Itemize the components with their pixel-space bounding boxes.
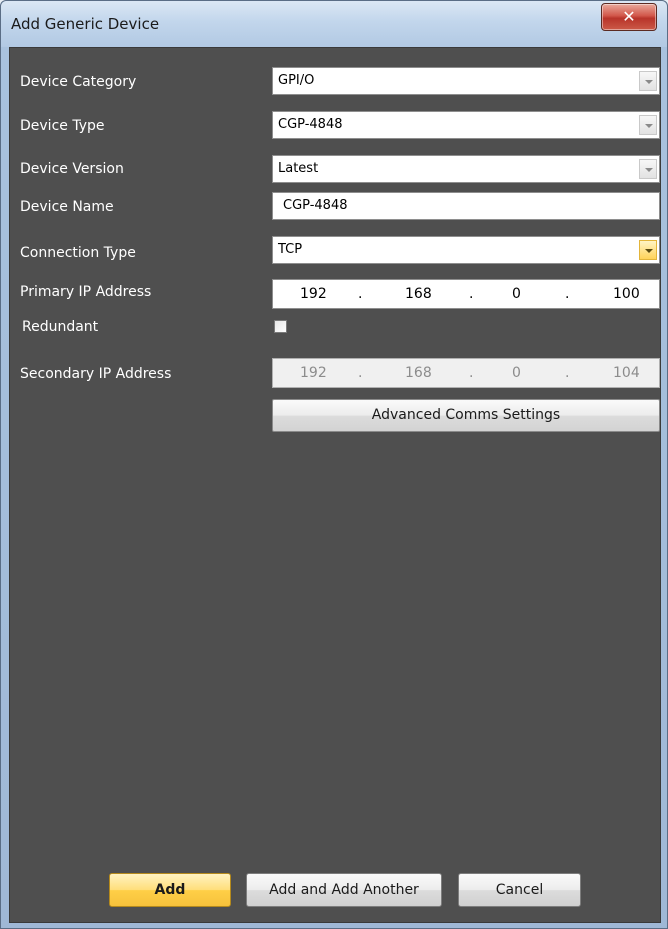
close-button[interactable]: ✕ — [601, 3, 657, 31]
add-button[interactable]: Add — [109, 873, 231, 907]
ip-octet: 104 — [613, 365, 640, 381]
ip-octet: 168 — [405, 365, 432, 381]
secondary-ip-input: 192 . 168 . 0 . 104 — [272, 358, 660, 388]
device-name-input[interactable]: CGP-4848 — [272, 192, 660, 220]
device-version-value: Latest — [278, 161, 319, 176]
connection-type-label: Connection Type — [20, 245, 136, 261]
dialog-window: Add Generic Device ✕ Device Category GPI… — [0, 0, 668, 929]
device-version-label: Device Version — [20, 161, 124, 177]
advanced-comms-settings-button[interactable]: Advanced Comms Settings — [272, 399, 660, 432]
ip-dot: . — [358, 286, 363, 302]
redundant-label: Redundant — [22, 319, 99, 335]
cancel-button[interactable]: Cancel — [458, 873, 581, 907]
connection-type-select[interactable]: TCP — [272, 236, 660, 264]
form-panel: Device Category GPI/O Device Type CGP-48… — [9, 47, 661, 923]
connection-type-value: TCP — [278, 242, 303, 257]
add-and-add-another-button[interactable]: Add and Add Another — [246, 873, 442, 907]
ip-octet[interactable]: 192 — [300, 286, 327, 302]
ip-octet: 192 — [300, 365, 327, 381]
redundant-checkbox[interactable] — [274, 320, 287, 333]
ip-dot: . — [469, 286, 474, 302]
ip-dot: . — [469, 365, 474, 381]
device-name-value: CGP-4848 — [283, 198, 348, 213]
primary-ip-label: Primary IP Address — [20, 284, 152, 300]
ip-dot: . — [358, 365, 363, 381]
ip-dot: . — [565, 365, 570, 381]
ip-octet[interactable]: 0 — [512, 286, 521, 302]
ip-octet[interactable]: 168 — [405, 286, 432, 302]
device-version-select[interactable]: Latest — [272, 155, 660, 183]
device-category-label: Device Category — [20, 74, 137, 90]
ip-dot: . — [565, 286, 570, 302]
device-name-label: Device Name — [20, 199, 114, 215]
dialog-title: Add Generic Device — [11, 15, 160, 33]
device-category-value: GPI/O — [278, 73, 315, 88]
chevron-down-icon[interactable] — [639, 115, 657, 135]
ip-octet[interactable]: 100 — [613, 286, 640, 302]
device-type-select[interactable]: CGP-4848 — [272, 111, 660, 139]
secondary-ip-label: Secondary IP Address — [20, 366, 172, 382]
ip-octet: 0 — [512, 365, 521, 381]
chevron-down-icon[interactable] — [639, 240, 657, 260]
device-type-value: CGP-4848 — [278, 117, 343, 132]
chevron-down-icon[interactable] — [639, 159, 657, 179]
device-category-select[interactable]: GPI/O — [272, 67, 660, 95]
close-icon: ✕ — [622, 7, 636, 26]
device-type-label: Device Type — [20, 118, 105, 134]
chevron-down-icon[interactable] — [639, 71, 657, 91]
title-bar[interactable]: Add Generic Device ✕ — [1, 1, 667, 47]
primary-ip-input[interactable]: 192 . 168 . 0 . 100 — [272, 279, 660, 309]
